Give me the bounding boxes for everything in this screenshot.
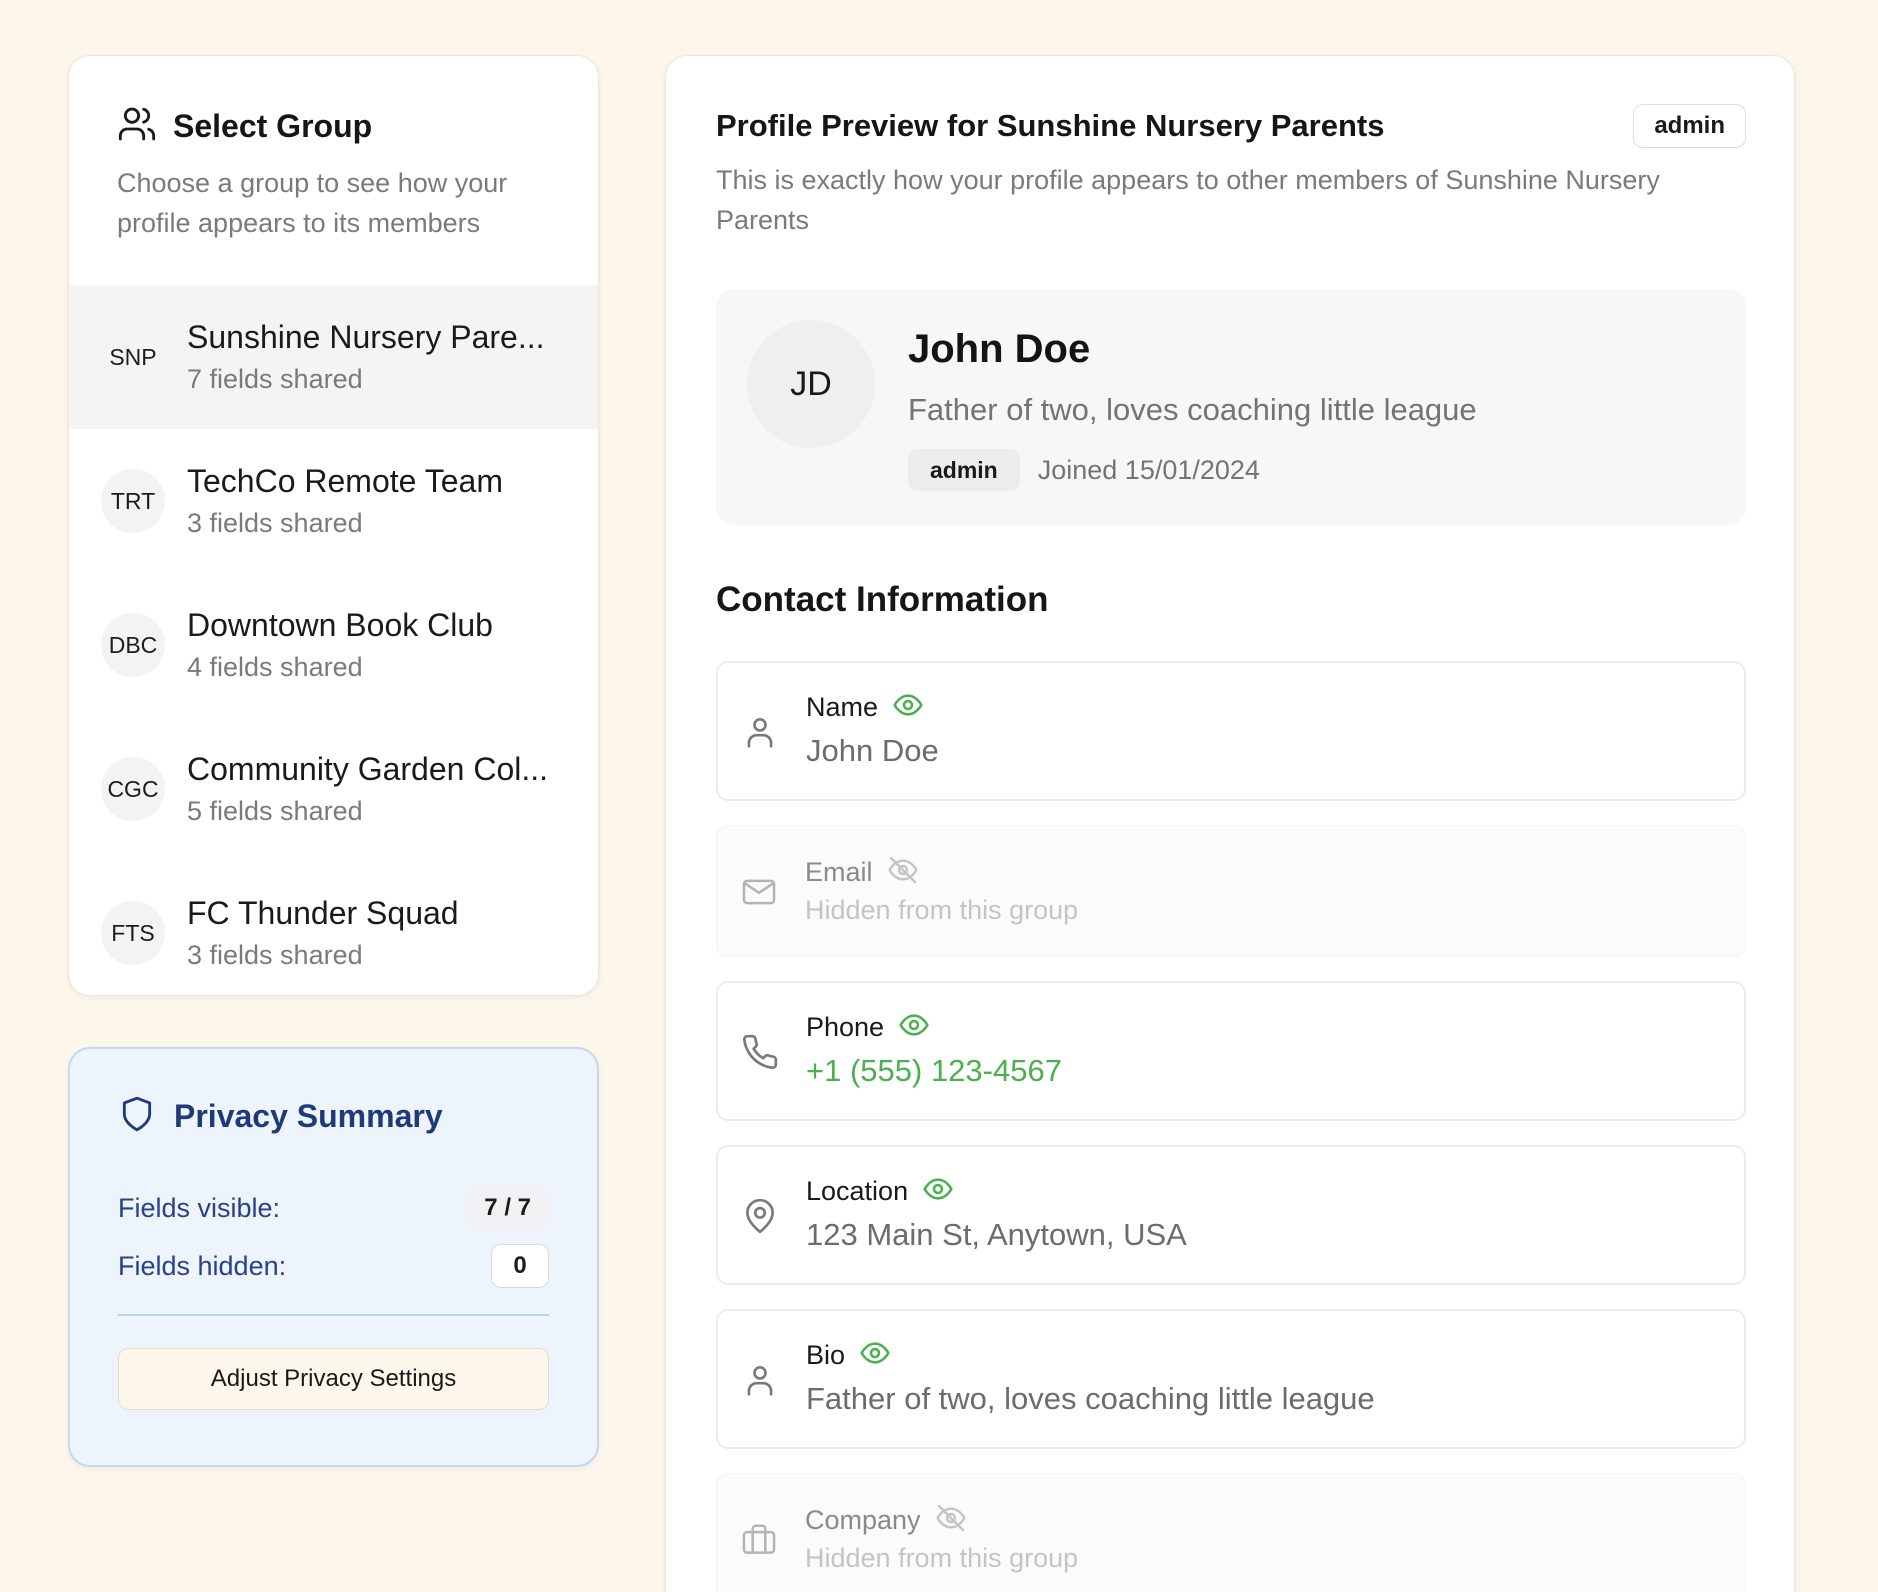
group-item-community-garden[interactable]: CGC Community Garden Col... 5 fields sha… xyxy=(69,717,598,861)
field-company: Company Hidden from this group xyxy=(716,1473,1746,1592)
field-phone: Phone +1 (555) 123-4567 xyxy=(716,981,1746,1121)
eye-off-icon xyxy=(887,854,919,891)
group-selector-header: Select Group Choose a group to see how y… xyxy=(69,56,598,285)
eye-icon xyxy=(922,1173,954,1210)
group-name: FC Thunder Squad xyxy=(187,895,459,931)
joined-date: Joined 15/01/2024 xyxy=(1037,454,1260,485)
field-label: Company xyxy=(805,1505,921,1535)
group-fields-count: 3 fields shared xyxy=(187,508,363,538)
map-pin-icon xyxy=(741,1197,779,1235)
field-label: Location xyxy=(806,1176,909,1206)
field-bio: Bio Father of two, loves coaching little… xyxy=(716,1309,1746,1449)
group-avatar: CGC xyxy=(101,757,165,821)
adjust-privacy-settings-button[interactable]: Adjust Privacy Settings xyxy=(118,1348,549,1410)
fields-visible-row: Fields visible: 7 / 7 xyxy=(118,1186,549,1230)
group-avatar: TRT xyxy=(101,469,165,533)
field-value: +1 (555) 123-4567 xyxy=(806,1053,1062,1088)
group-item-techco-remote-team[interactable]: TRT TechCo Remote Team 3 fields shared xyxy=(69,429,598,573)
privacy-summary-title: Privacy Summary xyxy=(174,1098,443,1134)
group-fields-count: 3 fields shared xyxy=(187,940,363,970)
user-icon xyxy=(741,1361,779,1399)
page: Select Group Choose a group to see how y… xyxy=(0,0,1878,1592)
field-label: Bio xyxy=(806,1340,846,1370)
privacy-summary-card: Privacy Summary Fields visible: 7 / 7 Fi… xyxy=(68,1047,599,1467)
group-list: SNP Sunshine Nursery Pare... 7 fields sh… xyxy=(69,285,598,995)
avatar: JD xyxy=(747,320,875,448)
field-value: Father of two, loves coaching little lea… xyxy=(806,1381,1375,1416)
profile-bio: Father of two, loves coaching little lea… xyxy=(908,392,1477,427)
preview-title: Profile Preview for Sunshine Nursery Par… xyxy=(716,108,1385,143)
group-item-downtown-book-club[interactable]: DBC Downtown Book Club 4 fields shared xyxy=(69,573,598,717)
field-label: Email xyxy=(805,857,873,887)
profile-summary: JD John Doe Father of two, loves coachin… xyxy=(716,289,1746,525)
fields-hidden-row: Fields hidden: 0 xyxy=(118,1244,549,1288)
field-hidden-note: Hidden from this group xyxy=(805,895,1079,925)
field-location: Location 123 Main St, Anytown, USA xyxy=(716,1145,1746,1285)
field-value: 123 Main St, Anytown, USA xyxy=(806,1217,1187,1252)
field-email: Email Hidden from this group xyxy=(716,825,1746,957)
field-hidden-note: Hidden from this group xyxy=(805,1543,1079,1573)
shield-icon xyxy=(118,1095,156,1138)
fields-hidden-badge: 0 xyxy=(491,1244,549,1288)
fields-visible-label: Fields visible: xyxy=(118,1192,281,1223)
mail-icon xyxy=(740,873,778,911)
eye-icon xyxy=(892,689,924,726)
profile-preview-card: Profile Preview for Sunshine Nursery Par… xyxy=(665,55,1795,1592)
group-item-fc-thunder-squad[interactable]: FTS FC Thunder Squad 3 fields shared xyxy=(69,861,598,995)
profile-role-chip: admin xyxy=(908,449,1020,491)
group-name: Sunshine Nursery Pare... xyxy=(187,319,545,355)
eye-icon xyxy=(859,1337,891,1374)
group-fields-count: 4 fields shared xyxy=(187,652,363,682)
group-name: Community Garden Col... xyxy=(187,751,549,787)
field-label: Name xyxy=(806,692,879,722)
field-name: Name John Doe xyxy=(716,661,1746,801)
group-fields-count: 5 fields shared xyxy=(187,796,363,826)
briefcase-icon xyxy=(740,1521,778,1559)
field-value: John Doe xyxy=(806,733,939,768)
group-avatar: DBC xyxy=(101,613,165,677)
group-avatar: SNP xyxy=(109,343,157,370)
field-label: Phone xyxy=(806,1012,885,1042)
phone-icon xyxy=(741,1033,779,1071)
fields-hidden-label: Fields hidden: xyxy=(118,1250,287,1281)
preview-description: This is exactly how your profile appears… xyxy=(716,165,1660,235)
group-selector-description: Choose a group to see how your profile a… xyxy=(117,168,508,238)
group-selector-card: Select Group Choose a group to see how y… xyxy=(68,55,599,996)
divider xyxy=(118,1314,549,1316)
fields-visible-badge: 7 / 7 xyxy=(466,1186,549,1230)
group-avatar: FTS xyxy=(101,901,165,965)
contact-information-heading: Contact Information xyxy=(716,580,1049,619)
users-icon xyxy=(117,104,157,149)
group-name: Downtown Book Club xyxy=(187,607,493,643)
profile-name: John Doe xyxy=(908,327,1091,371)
role-badge: admin xyxy=(1633,104,1746,148)
group-item-sunshine-nursery-parents[interactable]: SNP Sunshine Nursery Pare... 7 fields sh… xyxy=(69,285,598,429)
group-name: TechCo Remote Team xyxy=(187,463,503,499)
user-icon xyxy=(741,713,779,751)
eye-icon xyxy=(898,1009,930,1046)
eye-off-icon xyxy=(935,1502,967,1539)
group-fields-count: 7 fields shared xyxy=(187,364,363,394)
group-selector-title: Select Group xyxy=(173,108,373,144)
